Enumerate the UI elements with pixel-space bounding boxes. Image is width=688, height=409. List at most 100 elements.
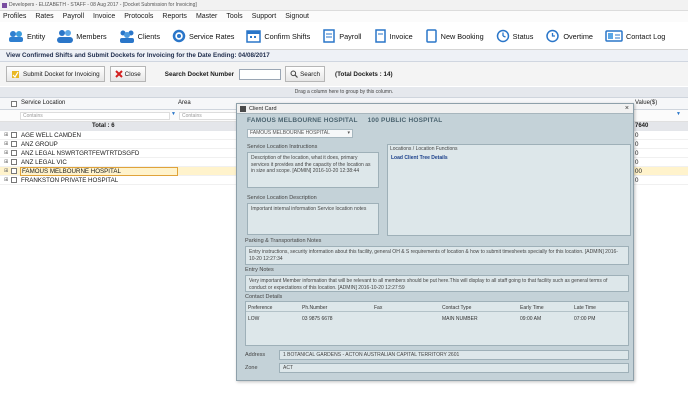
dialog-app-icon xyxy=(240,106,246,112)
menu-bar: Profiles Rates Payroll Invoice Protocols… xyxy=(0,11,688,22)
toolbar-confirm-shifts-label: Confirm Shifts xyxy=(264,31,311,41)
row-checkbox[interactable] xyxy=(11,177,17,183)
row-checkbox[interactable] xyxy=(11,168,17,174)
menu-tools[interactable]: Tools xyxy=(226,13,242,20)
col-contact-type: Contact Type xyxy=(442,305,472,311)
invoice-icon xyxy=(374,29,386,43)
sl-instructions-label: Service Location Instructions xyxy=(247,144,318,150)
row-checkbox[interactable] xyxy=(11,150,17,156)
entry-notes-box[interactable]: Very important Member information that w… xyxy=(245,275,629,292)
sl-instructions-box[interactable]: Description of the location, what it doe… xyxy=(247,152,379,188)
client-name: FAMOUS MELBOURNE HOSPITAL xyxy=(247,117,358,124)
toolbar-status-label: Status xyxy=(512,31,534,41)
row-service-location: ANZ GROUP xyxy=(21,141,58,148)
filter-placeholder: Contains xyxy=(182,113,202,119)
sl-instructions-text: Description of the location, what it doe… xyxy=(251,155,371,174)
row-value: 0 xyxy=(635,159,639,166)
row-service-location: FRANKSTON PRIVATE HOSPITAL xyxy=(21,177,119,184)
menu-payroll[interactable]: Payroll xyxy=(63,13,84,20)
service-rates-icon xyxy=(172,29,186,43)
submit-docket-button[interactable]: Submit Docket for Invoicing xyxy=(6,66,105,82)
toolbar-clients-label: Clients xyxy=(137,31,160,41)
entry-notes-text: Very important Member information that w… xyxy=(249,278,608,291)
close-icon xyxy=(114,70,123,78)
address-field[interactable]: 1 BOTANICAL GARDENS - ACTON AUSTRALIAN C… xyxy=(279,350,629,360)
menu-protocols[interactable]: Protocols xyxy=(124,13,153,20)
toolbar-status-button[interactable]: Status xyxy=(492,26,538,46)
menu-signout[interactable]: Signout xyxy=(285,13,309,20)
sl-description-label: Service Location Description xyxy=(247,195,317,201)
menu-master[interactable]: Master xyxy=(196,13,217,20)
row-checkbox[interactable] xyxy=(11,141,17,147)
group-by-panel[interactable]: Drag a column here to group by this colu… xyxy=(0,87,688,98)
col-value[interactable]: Value($) xyxy=(635,100,657,106)
col-area[interactable]: Area xyxy=(178,100,191,106)
parking-box[interactable]: Entry instructions, security information… xyxy=(245,246,629,265)
search-button-label: Search xyxy=(300,70,321,78)
dialog-titlebar[interactable]: Client Card xyxy=(237,104,633,114)
parking-text: Entry instructions, security information… xyxy=(249,249,618,262)
menu-profiles[interactable]: Profiles xyxy=(3,13,26,20)
menu-invoice[interactable]: Invoice xyxy=(93,13,115,20)
total-dockets: (Total Dockets : 14) xyxy=(335,70,393,78)
row-service-location: FAMOUS MELBOURNE HOSPITAL xyxy=(20,167,178,176)
value-filter-icon[interactable]: ▼ xyxy=(676,111,681,117)
toolbar-members-button[interactable]: Members xyxy=(53,26,110,46)
client-address-short: 100 PUBLIC HOSPITAL xyxy=(367,117,443,124)
row-checkbox[interactable] xyxy=(11,159,17,165)
docket-number-input[interactable] xyxy=(239,68,282,80)
dialog-close-icon[interactable]: × xyxy=(625,105,629,112)
menu-support[interactable]: Support xyxy=(252,13,277,20)
toolbar-new-booking-button[interactable]: New Booking xyxy=(421,26,488,46)
expand-icon[interactable]: ⊞ xyxy=(4,168,8,174)
toolbar-overtime-button[interactable]: Overtime xyxy=(541,26,597,46)
payroll-icon xyxy=(323,29,335,43)
load-tree-link[interactable]: Load Client Tree Details xyxy=(391,155,448,161)
total-value: 7640 xyxy=(635,123,649,129)
expand-icon[interactable]: ⊞ xyxy=(4,141,8,147)
col-service-location[interactable]: Service Location xyxy=(21,100,65,106)
contact-table: Preference Ph.Number Fax Contact Type Ea… xyxy=(245,301,629,346)
select-all-checkbox[interactable] xyxy=(11,101,17,107)
toolbar-entity-button[interactable]: Entity xyxy=(4,26,49,46)
expand-icon[interactable]: ⊞ xyxy=(4,132,8,138)
contact-row[interactable]: LOW 03 9875 6678 MAIN NUMBER 09:00 AM 07… xyxy=(246,315,628,324)
toolbar-invoice-button[interactable]: Invoice xyxy=(370,26,417,46)
col-early-time: Early Time xyxy=(520,305,544,311)
col-late-time: Late Time xyxy=(574,305,596,311)
menu-reports[interactable]: Reports xyxy=(162,13,187,20)
toolbar-payroll-button[interactable]: Payroll xyxy=(318,26,365,46)
expand-icon[interactable]: ⊞ xyxy=(4,159,8,165)
close-button[interactable]: Close xyxy=(109,66,146,82)
toolbar-contact-log-button[interactable]: Contact Log xyxy=(601,26,669,46)
locations-label: Locations / Location Functions xyxy=(390,146,458,152)
client-select[interactable]: FAMOUS MELBOURNE HOSPITAL ▾ xyxy=(247,129,353,138)
dialog-title: Client Card xyxy=(249,105,277,112)
address-value: 1 BOTANICAL GARDENS - ACTON AUSTRALIAN C… xyxy=(283,352,460,358)
expand-icon[interactable]: ⊞ xyxy=(4,177,8,183)
sl-description-text: Important internal information Service l… xyxy=(251,206,367,212)
row-checkbox[interactable] xyxy=(11,132,17,138)
contact-phone: 03 9875 6678 xyxy=(302,316,333,322)
clock-icon xyxy=(496,29,509,43)
sl-description-box[interactable]: Important internal information Service l… xyxy=(247,203,379,235)
new-booking-icon xyxy=(425,29,437,43)
expand-icon[interactable]: ⊞ xyxy=(4,150,8,156)
area-filter[interactable]: Contains xyxy=(179,112,239,120)
filter-icon[interactable]: ▼ xyxy=(171,111,176,117)
toolbar-service-rates-button[interactable]: Service Rates xyxy=(168,26,238,46)
row-value: 0 xyxy=(635,177,639,184)
client-name-header: FAMOUS MELBOURNE HOSPITAL 100 PUBLIC HOS… xyxy=(247,117,442,124)
service-location-filter[interactable]: Contains xyxy=(20,112,170,120)
zone-field[interactable]: ACT xyxy=(279,363,629,373)
menu-rates[interactable]: Rates xyxy=(35,13,53,20)
zone-value: ACT xyxy=(283,365,293,371)
close-label: Close xyxy=(124,70,141,78)
col-fax: Fax xyxy=(374,305,383,311)
row-service-location: AGE WELL CAMDEN xyxy=(21,132,81,139)
search-button[interactable]: Search xyxy=(285,66,326,82)
overtime-icon xyxy=(546,29,560,43)
toolbar-confirm-shifts-button[interactable]: Confirm Shifts xyxy=(242,26,314,46)
group-hint: Drag a column here to group by this colu… xyxy=(294,89,394,95)
toolbar-clients-button[interactable]: Clients xyxy=(115,26,164,46)
